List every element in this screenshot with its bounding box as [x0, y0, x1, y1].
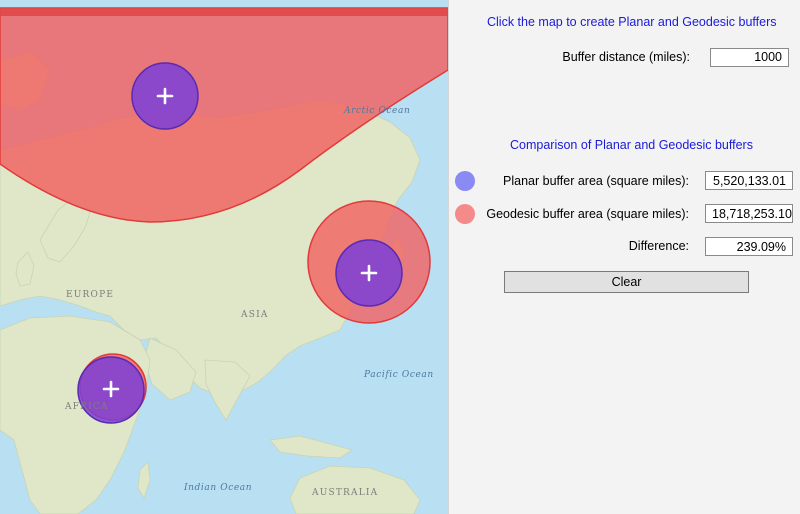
comparison-title: Comparison of Planar and Geodesic buffer… — [510, 138, 753, 152]
australia-label: AUSTRALIA — [312, 488, 379, 498]
africa-label: AFRICA — [65, 402, 109, 412]
difference-value: 239.09% — [705, 237, 793, 256]
pacific-ocean-label: Pacific Ocean — [364, 370, 434, 380]
buffer-distance-input[interactable] — [710, 48, 789, 67]
asia-label: ASIA — [241, 310, 269, 320]
indian-ocean-label: Indian Ocean — [184, 483, 253, 493]
planar-area-label: Planar buffer area (square miles): — [503, 174, 689, 188]
planar-legend-dot — [455, 171, 475, 191]
buffer-distance-label: Buffer distance (miles): — [562, 50, 690, 64]
map-view[interactable]: Arctic Ocean EUROPE ASIA Pacific Ocean A… — [0, 0, 448, 514]
arctic-ocean-label: Arctic Ocean — [344, 106, 411, 116]
map-canvas[interactable] — [0, 0, 448, 514]
geodesic-area-label: Geodesic buffer area (square miles): — [486, 207, 689, 221]
clear-button[interactable]: Clear — [504, 271, 749, 293]
geodesic-area-value: 18,718,253.10 — [705, 204, 793, 223]
geodesic-legend-dot — [455, 204, 475, 224]
control-panel: Click the map to create Planar and Geode… — [449, 0, 800, 514]
instructions-text: Click the map to create Planar and Geode… — [487, 15, 777, 29]
difference-label: Difference: — [628, 239, 689, 253]
geodesic-buffer-edge — [0, 8, 448, 16]
europe-label: EUROPE — [66, 290, 115, 300]
planar-area-value: 5,520,133.01 — [705, 171, 793, 190]
